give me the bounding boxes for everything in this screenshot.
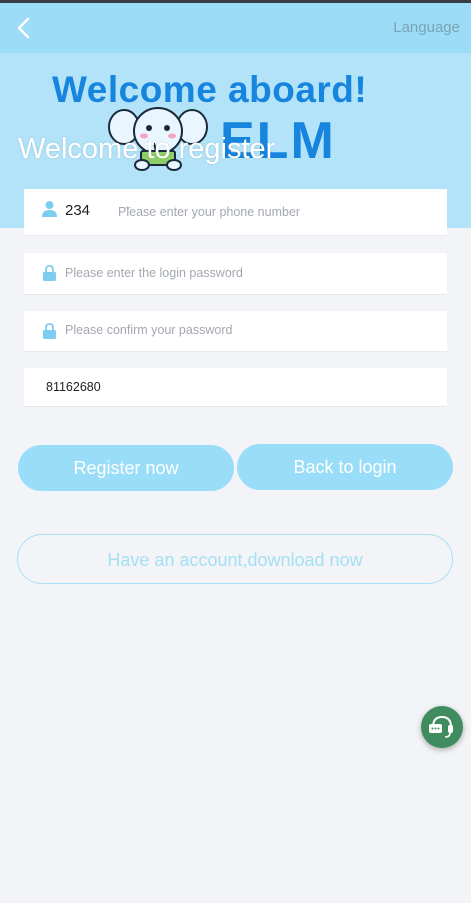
lock-icon <box>43 265 56 281</box>
invite-code-input[interactable] <box>46 378 426 396</box>
login-password-input[interactable] <box>65 264 435 282</box>
country-code-selector[interactable]: 234 <box>65 202 90 219</box>
download-app-button[interactable]: Have an account,download now <box>17 534 453 584</box>
customer-support-button[interactable] <box>421 706 463 748</box>
user-icon <box>42 201 57 217</box>
back-to-login-button[interactable]: Back to login <box>237 444 453 490</box>
invite-code-field-row <box>24 368 447 407</box>
lock-icon <box>43 323 56 339</box>
phone-field-row: 234 <box>24 189 447 236</box>
language-button[interactable]: Language <box>393 19 460 36</box>
register-button[interactable]: Register now <box>18 445 234 491</box>
phone-input[interactable] <box>118 203 438 221</box>
headset-chat-icon <box>429 715 453 738</box>
confirm-password-field-row <box>24 311 447 352</box>
chevron-left-icon[interactable] <box>14 15 36 41</box>
banner-headline: Welcome aboard! <box>52 69 368 110</box>
page-title: Welcome to register <box>18 133 276 165</box>
password-field-row <box>24 253 447 295</box>
top-navbar: Language <box>0 3 471 53</box>
confirm-password-input[interactable] <box>65 321 435 339</box>
